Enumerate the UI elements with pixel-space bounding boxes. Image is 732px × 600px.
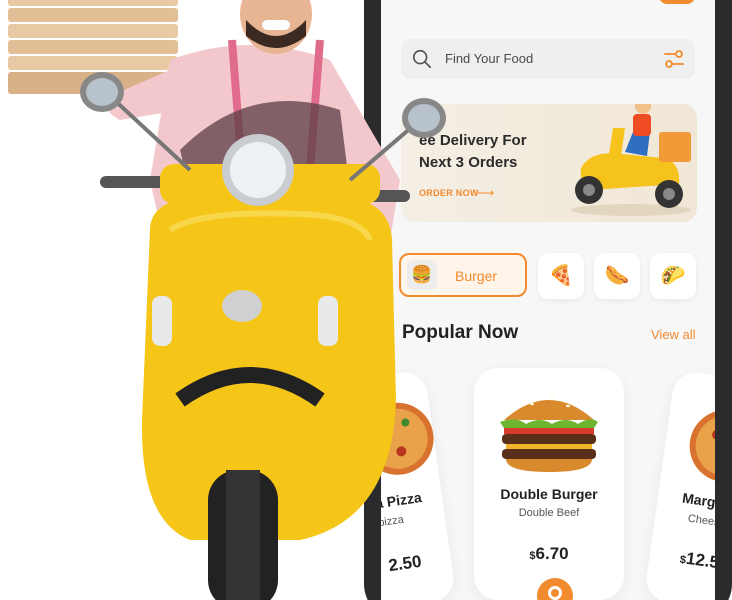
food-price: $6.70 <box>474 544 624 564</box>
price-value: 12.5 <box>684 548 715 573</box>
food-subtitle: Cheesy p <box>687 512 715 531</box>
arrow-right-icon: ⟶ <box>477 186 495 200</box>
pizza-image <box>689 410 715 483</box>
category-hotdog-chip[interactable]: 🌭 <box>594 253 640 299</box>
plus-icon <box>548 586 562 600</box>
food-subtitle: Double Beef <box>518 507 580 519</box>
food-card-margherita[interactable]: Margher Cheesy p $12.5 <box>643 369 715 600</box>
filter-icon[interactable] <box>663 49 685 69</box>
category-label: Burger <box>455 268 498 284</box>
top-action-button[interactable] <box>659 0 695 4</box>
delivery-scooter-illustration <box>571 104 691 216</box>
food-price: $12.5 <box>644 541 715 580</box>
view-all-link[interactable]: View all <box>651 327 696 342</box>
burger-image <box>500 396 598 472</box>
stage: Find Your Food ee Delivery For Next 3 Or… <box>0 0 732 600</box>
price-value: 6.70 <box>535 544 569 563</box>
food-name: Double Burger <box>500 486 598 502</box>
divider <box>474 532 624 533</box>
category-taco-chip[interactable]: 🌮 <box>650 253 696 299</box>
food-card-double-burger[interactable]: Double Burger Double Beef $6.70 <box>474 368 624 600</box>
category-pizza-chip[interactable]: 🍕 <box>538 253 584 299</box>
delivery-rider-illustration <box>8 0 446 600</box>
